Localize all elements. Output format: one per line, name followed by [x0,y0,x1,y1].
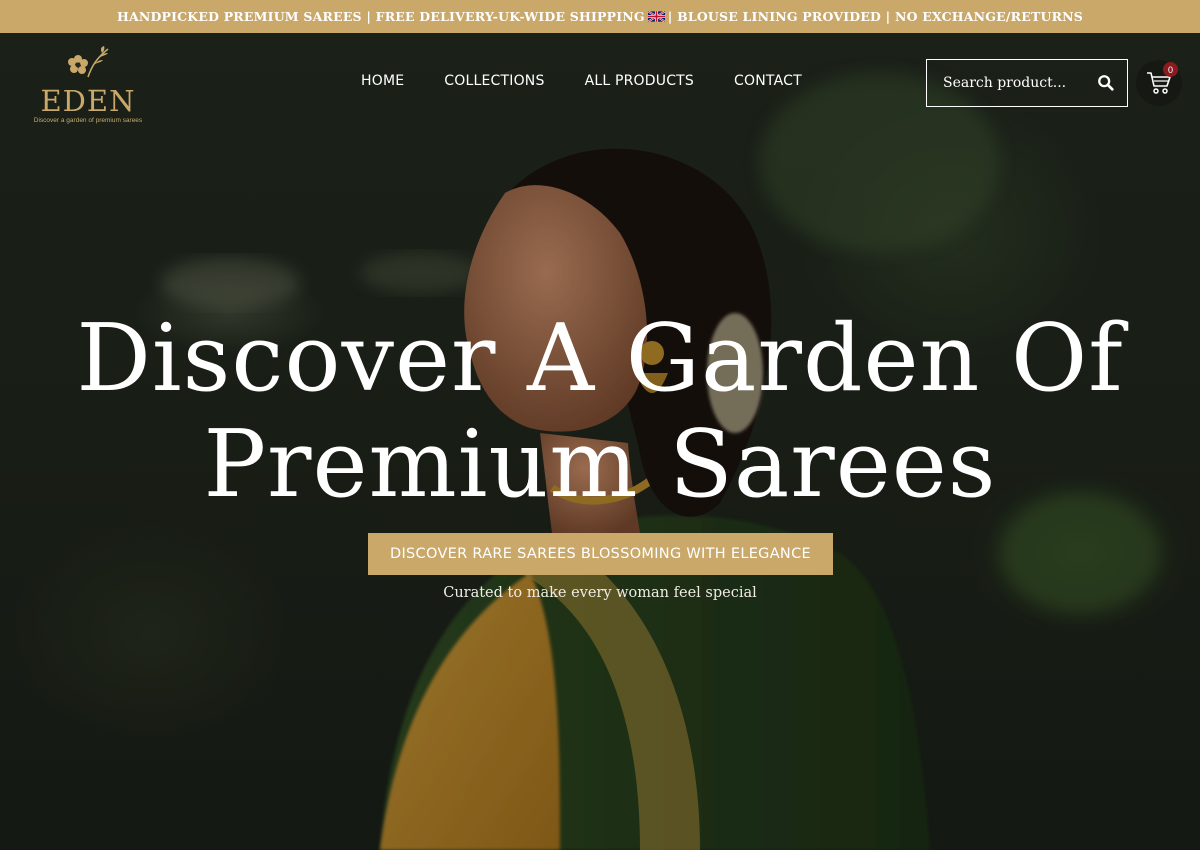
cart-count-badge: 0 [1163,62,1178,77]
uk-flag-icon [647,11,665,22]
search-icon[interactable] [1097,74,1115,92]
hero-headline-line1: Discover A Garden Of [76,304,1124,412]
logo-wordmark: EDEN [40,84,136,118]
eden-logo[interactable]: EDEN Discover a garden of premium sarees [28,45,148,125]
cart-button[interactable]: 0 [1136,60,1182,106]
announcement-text: HANDPICKED PREMIUM SAREES | FREE DELIVER… [116,9,645,24]
nav-collections[interactable]: COLLECTIONS [444,73,544,89]
hero-subtext: Curated to make every woman feel special [443,585,757,601]
nav-home[interactable]: HOME [361,73,404,89]
main-nav: HOME COLLECTIONS ALL PRODUCTS CONTACT [361,73,802,89]
search-input[interactable] [943,75,1083,91]
announcement-text-2: | BLOUSE LINING PROVIDED | NO EXCHANGE/R… [667,9,1084,24]
hero-section: EDEN Discover a garden of premium sarees… [0,33,1200,850]
hero-headline-line2: Premium Sarees [203,410,997,518]
nav-all-products[interactable]: ALL PRODUCTS [585,73,694,89]
logo-tagline: Discover a garden of premium sarees [33,117,143,124]
announcement-bar: HANDPICKED PREMIUM SAREES | FREE DELIVER… [0,0,1200,33]
discover-sarees-button[interactable]: DISCOVER RARE SAREES BLOSSOMING WITH ELE… [368,533,833,575]
search-box [926,59,1128,107]
hero-headline: Discover A Garden Of Premium Sarees [0,305,1200,517]
flower-branch-icon [68,46,109,78]
nav-contact[interactable]: CONTACT [734,73,802,89]
